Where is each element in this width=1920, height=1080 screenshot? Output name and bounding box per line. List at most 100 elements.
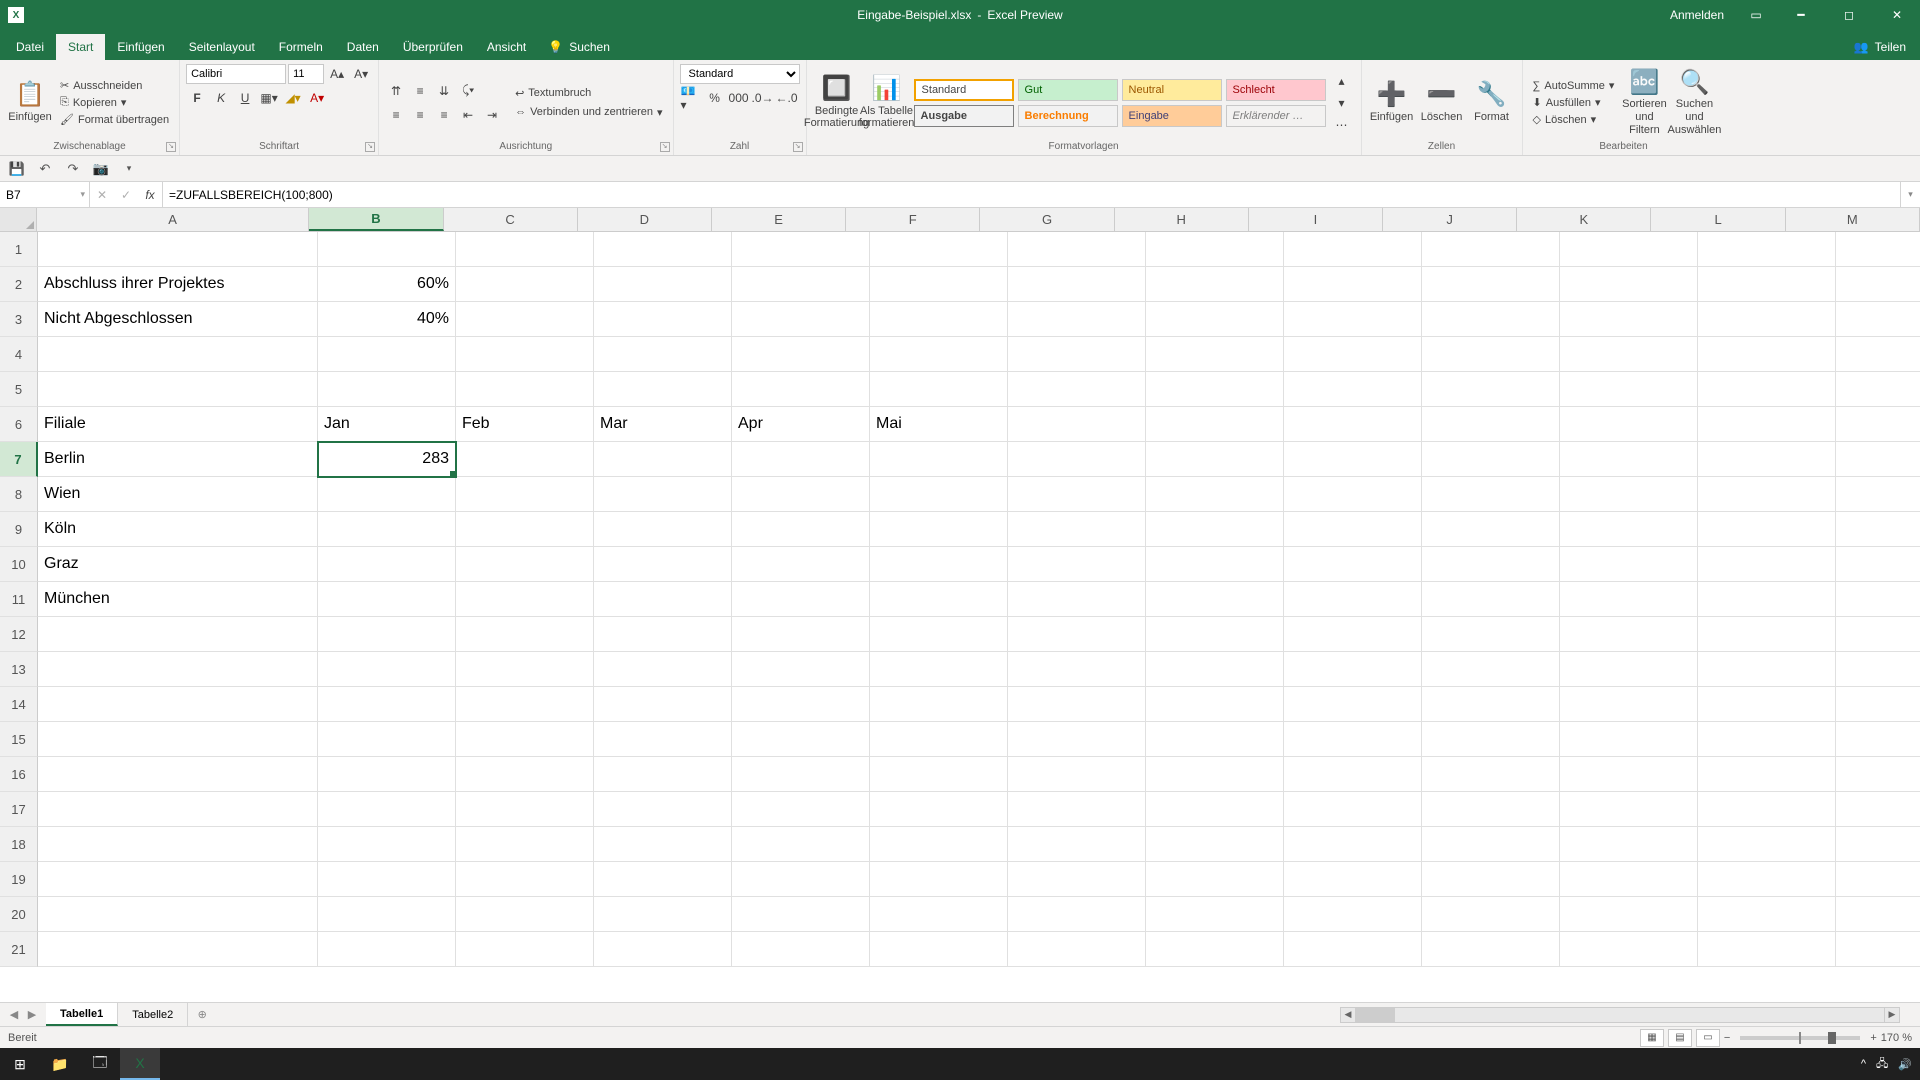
- cell-C17[interactable]: [456, 792, 594, 827]
- cell-F20[interactable]: [870, 897, 1008, 932]
- cell-L21[interactable]: [1698, 932, 1836, 967]
- cell-H14[interactable]: [1146, 687, 1284, 722]
- fx-icon[interactable]: fx: [138, 188, 162, 202]
- cell-F13[interactable]: [870, 652, 1008, 687]
- cell-H11[interactable]: [1146, 582, 1284, 617]
- cell-G19[interactable]: [1008, 862, 1146, 897]
- cell-G16[interactable]: [1008, 757, 1146, 792]
- cancel-formula-icon[interactable]: ✕: [90, 188, 114, 202]
- cell-C5[interactable]: [456, 372, 594, 407]
- cell-G13[interactable]: [1008, 652, 1146, 687]
- cell-J9[interactable]: [1422, 512, 1560, 547]
- cell-L3[interactable]: [1698, 302, 1836, 337]
- cell-H9[interactable]: [1146, 512, 1284, 547]
- cell-A19[interactable]: [38, 862, 318, 897]
- cell-E9[interactable]: [732, 512, 870, 547]
- cell-I6[interactable]: [1284, 407, 1422, 442]
- style-standard[interactable]: Standard: [914, 79, 1014, 101]
- cell-A4[interactable]: [38, 337, 318, 372]
- cell-A15[interactable]: [38, 722, 318, 757]
- cell-D11[interactable]: [594, 582, 732, 617]
- cell-E15[interactable]: [732, 722, 870, 757]
- tab-review[interactable]: Überprüfen: [391, 34, 475, 60]
- cell-K12[interactable]: [1560, 617, 1698, 652]
- cell-C4[interactable]: [456, 337, 594, 372]
- cell-D12[interactable]: [594, 617, 732, 652]
- cell-B1[interactable]: [318, 232, 456, 267]
- cell-E6[interactable]: Apr: [732, 407, 870, 442]
- cell-L18[interactable]: [1698, 827, 1836, 862]
- styles-more[interactable]: ⋯: [1331, 115, 1353, 135]
- paste-button[interactable]: 📋 Einfügen: [6, 79, 54, 125]
- align-bottom-icon[interactable]: ⇊: [433, 81, 455, 101]
- cell-L4[interactable]: [1698, 337, 1836, 372]
- style-eingabe[interactable]: Eingabe: [1122, 105, 1222, 127]
- cell-C10[interactable]: [456, 547, 594, 582]
- name-box[interactable]: B7: [0, 182, 90, 207]
- col-header-B[interactable]: B: [309, 208, 443, 231]
- zoom-out-button[interactable]: −: [1724, 1032, 1730, 1044]
- excel-taskbar-icon[interactable]: X: [120, 1048, 160, 1080]
- cell-H5[interactable]: [1146, 372, 1284, 407]
- cell-J20[interactable]: [1422, 897, 1560, 932]
- cell-I20[interactable]: [1284, 897, 1422, 932]
- cell-G21[interactable]: [1008, 932, 1146, 967]
- cell-F7[interactable]: [870, 442, 1008, 477]
- align-center-icon[interactable]: ≡: [409, 105, 431, 125]
- cell-A5[interactable]: [38, 372, 318, 407]
- row-header-17[interactable]: 17: [0, 792, 38, 827]
- cell-C19[interactable]: [456, 862, 594, 897]
- sheet-tab-1[interactable]: Tabelle1: [46, 1003, 118, 1026]
- cell-D10[interactable]: [594, 547, 732, 582]
- cell-J8[interactable]: [1422, 477, 1560, 512]
- cell-C15[interactable]: [456, 722, 594, 757]
- increase-indent-icon[interactable]: ⇥: [481, 105, 503, 125]
- style-ausgabe[interactable]: Ausgabe: [914, 105, 1014, 127]
- new-sheet-button[interactable]: ⊕: [188, 1003, 216, 1026]
- cell-B21[interactable]: [318, 932, 456, 967]
- cell-D7[interactable]: [594, 442, 732, 477]
- cell-L5[interactable]: [1698, 372, 1836, 407]
- cell-F15[interactable]: [870, 722, 1008, 757]
- fill-button[interactable]: ⬇Ausfüllen ▾: [1529, 95, 1619, 110]
- row-header-5[interactable]: 5: [0, 372, 38, 407]
- cell-K3[interactable]: [1560, 302, 1698, 337]
- cell-M1[interactable]: [1836, 232, 1920, 267]
- cell-L19[interactable]: [1698, 862, 1836, 897]
- decrease-indent-icon[interactable]: ⇤: [457, 105, 479, 125]
- cell-G2[interactable]: [1008, 267, 1146, 302]
- decrease-decimal-icon[interactable]: ←.0: [776, 88, 798, 108]
- cell-B8[interactable]: [318, 477, 456, 512]
- cell-M8[interactable]: [1836, 477, 1920, 512]
- sheet-nav-first[interactable]: ◀: [6, 1008, 22, 1021]
- col-header-C[interactable]: C: [444, 208, 578, 231]
- cells-area[interactable]: Abschluss ihrer Projektes60%Nicht Abgesc…: [38, 232, 1920, 967]
- tray-volume-icon[interactable]: 🔊: [1898, 1058, 1912, 1071]
- italic-button[interactable]: K: [210, 88, 232, 108]
- cell-F8[interactable]: [870, 477, 1008, 512]
- cell-G1[interactable]: [1008, 232, 1146, 267]
- cell-D16[interactable]: [594, 757, 732, 792]
- style-gut[interactable]: Gut: [1018, 79, 1118, 101]
- cell-G9[interactable]: [1008, 512, 1146, 547]
- cell-D8[interactable]: [594, 477, 732, 512]
- cell-D3[interactable]: [594, 302, 732, 337]
- ribbon-display-options-icon[interactable]: ▭: [1736, 0, 1776, 30]
- cell-F11[interactable]: [870, 582, 1008, 617]
- cell-D19[interactable]: [594, 862, 732, 897]
- cell-E4[interactable]: [732, 337, 870, 372]
- row-header-4[interactable]: 4: [0, 337, 38, 372]
- cell-B10[interactable]: [318, 547, 456, 582]
- tray-network-icon[interactable]: 🖧: [1876, 1055, 1888, 1074]
- undo-button[interactable]: ↶: [34, 158, 56, 180]
- cell-F3[interactable]: [870, 302, 1008, 337]
- cell-M11[interactable]: [1836, 582, 1920, 617]
- col-header-F[interactable]: F: [846, 208, 980, 231]
- wrap-text-button[interactable]: ↩Textumbruch: [511, 86, 666, 101]
- styles-scroll-down[interactable]: ▾: [1331, 93, 1353, 113]
- cell-K14[interactable]: [1560, 687, 1698, 722]
- find-select-button[interactable]: 🔍Suchen und Auswählen: [1670, 67, 1718, 139]
- cell-M10[interactable]: [1836, 547, 1920, 582]
- cell-M17[interactable]: [1836, 792, 1920, 827]
- cell-B13[interactable]: [318, 652, 456, 687]
